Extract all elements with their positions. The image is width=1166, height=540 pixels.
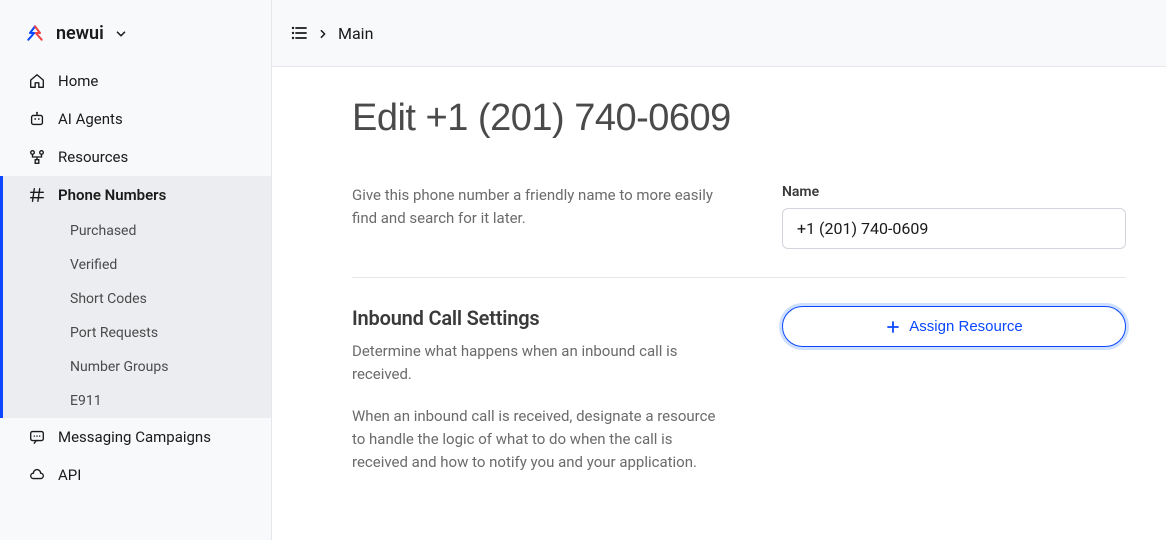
flow-icon: [28, 148, 46, 166]
sidebar-item-resources[interactable]: Resources: [0, 138, 271, 176]
sidebar: newui Home AI Agents: [0, 0, 272, 540]
breadcrumb-main[interactable]: Main: [338, 24, 373, 43]
nav-list: Home AI Agents Resources Phone Numbers: [0, 62, 271, 494]
sidebar-item-label: API: [58, 466, 81, 484]
cloud-icon: [28, 466, 46, 484]
message-icon: [28, 428, 46, 446]
home-icon: [28, 72, 46, 90]
robot-icon: [28, 110, 46, 128]
hash-icon: [28, 186, 46, 204]
sidebar-item-ai-agents[interactable]: AI Agents: [0, 100, 271, 138]
inbound-title: Inbound Call Settings: [352, 306, 722, 330]
sidebar-subitem-number-groups[interactable]: Number Groups: [0, 350, 271, 384]
sidebar-item-api[interactable]: API: [0, 456, 271, 494]
chevron-down-icon: [114, 26, 128, 40]
phone-numbers-submenu: Purchased Verified Short Codes Port Requ…: [0, 214, 271, 418]
list-icon[interactable]: [290, 24, 308, 42]
plus-icon: [885, 319, 901, 335]
sidebar-item-messaging-campaigns[interactable]: Messaging Campaigns: [0, 418, 271, 456]
sidebar-item-phone-numbers[interactable]: Phone Numbers: [0, 176, 271, 214]
sidebar-item-label: AI Agents: [58, 110, 123, 128]
inbound-desc-1: Determine what happens when an inbound c…: [352, 340, 722, 387]
sidebar-subitem-verified[interactable]: Verified: [0, 248, 271, 282]
content: Edit +1 (201) 740-0609 Give this phone n…: [272, 67, 1166, 540]
workspace-name: newui: [56, 23, 104, 44]
sidebar-subitem-short-codes[interactable]: Short Codes: [0, 282, 271, 316]
topbar: Main: [272, 0, 1166, 67]
name-section: Give this phone number a friendly name t…: [352, 184, 1126, 278]
inbound-desc-2: When an inbound call is received, design…: [352, 405, 722, 475]
signalwire-logo-icon: [22, 22, 48, 44]
sidebar-item-label: Resources: [58, 148, 128, 166]
main-content: Main Edit +1 (201) 740-0609 Give this ph…: [272, 0, 1166, 540]
sidebar-subitem-purchased[interactable]: Purchased: [0, 214, 271, 248]
sidebar-item-label: Messaging Campaigns: [58, 428, 211, 446]
name-input[interactable]: [782, 208, 1126, 249]
sidebar-item-label: Home: [58, 72, 98, 90]
assign-resource-label: Assign Resource: [909, 318, 1022, 335]
name-label: Name: [782, 184, 1126, 200]
sidebar-subitem-e911[interactable]: E911: [0, 384, 271, 418]
sidebar-item-home[interactable]: Home: [0, 62, 271, 100]
workspace-switcher[interactable]: newui: [0, 0, 271, 62]
assign-resource-button[interactable]: Assign Resource: [782, 306, 1126, 347]
sidebar-subitem-port-requests[interactable]: Port Requests: [0, 316, 271, 350]
name-description: Give this phone number a friendly name t…: [352, 184, 722, 231]
page-title: Edit +1 (201) 740-0609: [352, 97, 1126, 140]
chevron-right-icon: [318, 23, 328, 44]
inbound-section: Inbound Call Settings Determine what hap…: [352, 306, 1126, 502]
sidebar-item-label: Phone Numbers: [58, 186, 166, 204]
